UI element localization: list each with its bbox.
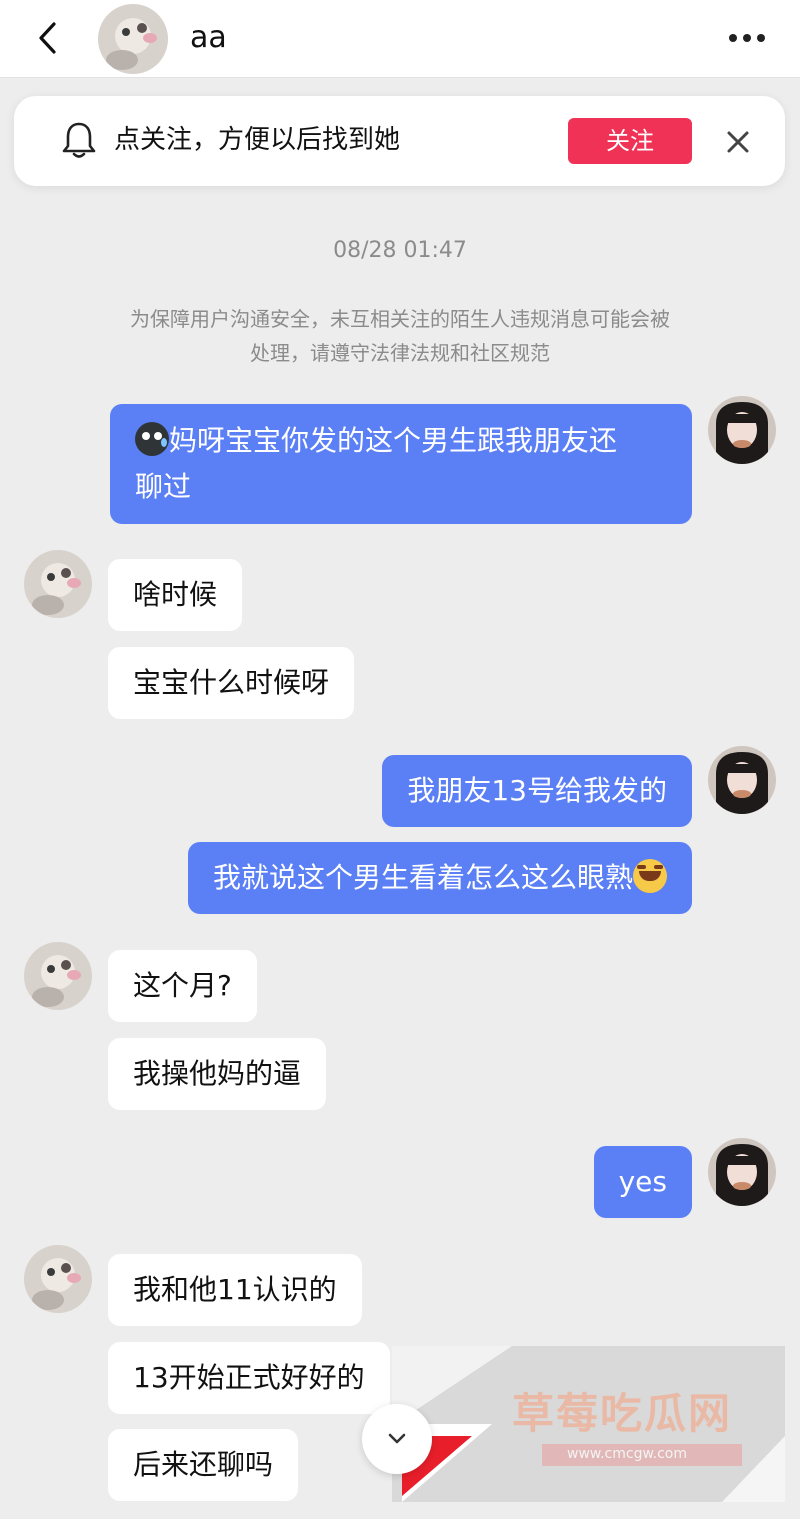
more-horizontal-icon bbox=[729, 34, 737, 42]
message-text: 后来还聊吗 bbox=[133, 1448, 274, 1481]
message-text: 13开始正式好好的 bbox=[133, 1361, 365, 1394]
cold-sweat-emoji bbox=[135, 422, 169, 456]
chat-header: aa bbox=[0, 0, 800, 78]
site-watermark: 草莓吃瓜网 www.cmcgw.com bbox=[392, 1346, 785, 1502]
chevron-down-icon bbox=[388, 1433, 406, 1444]
follow-banner: 点关注，方便以后找到她 关注 bbox=[14, 96, 785, 186]
follow-prompt-text: 点关注，方便以后找到她 bbox=[114, 125, 401, 155]
message-bubble-received[interactable]: 宝宝什么时候呀 bbox=[108, 647, 355, 719]
safety-notice: 为保障用户沟通安全，未互相关注的陌生人违规消息可能会被 处理，请遵守法律法规和社… bbox=[80, 302, 720, 370]
message-bubble-sent[interactable]: 我朋友13号给我发的 bbox=[382, 755, 692, 827]
safety-notice-line: 处理，请遵守法律法规和社区规范 bbox=[250, 341, 550, 365]
close-icon bbox=[727, 131, 749, 153]
watermark-url: www.cmcgw.com bbox=[567, 1446, 687, 1462]
chevron-left-icon bbox=[39, 22, 56, 54]
chat-screen: aa 点关注，方便以后找到她 关注 08/28 01:47 为保障用户沟通安全，… bbox=[0, 0, 800, 1519]
message-text: 啥时候 bbox=[133, 578, 218, 611]
message-bubble-sent[interactable]: 妈呀宝宝你发的这个男生跟我朋友还 聊过 bbox=[110, 404, 692, 524]
contact-avatar-small[interactable] bbox=[24, 1245, 92, 1313]
message-bubble-sent[interactable]: yes bbox=[593, 1146, 692, 1218]
my-avatar[interactable] bbox=[708, 746, 776, 814]
message-bubble-received[interactable]: 我操他妈的逼 bbox=[108, 1038, 327, 1110]
message-bubble-received[interactable]: 后来还聊吗 bbox=[108, 1429, 299, 1501]
back-button[interactable] bbox=[26, 14, 70, 62]
message-bubble-received[interactable]: 我和他11认识的 bbox=[108, 1254, 362, 1326]
message-bubble-received[interactable]: 啥时候 bbox=[108, 559, 243, 631]
more-options-button[interactable] bbox=[722, 18, 772, 58]
message-text: 聊过 bbox=[135, 470, 192, 503]
message-bubble-sent[interactable]: 我就说这个男生看着怎么这么眼熟 bbox=[187, 842, 692, 914]
message-text: 这个月? bbox=[133, 969, 232, 1002]
message-bubble-received[interactable]: 13开始正式好好的 bbox=[108, 1342, 390, 1414]
message-bubble-received[interactable]: 这个月? bbox=[108, 950, 257, 1022]
message-timestamp: 08/28 01:47 bbox=[333, 238, 467, 263]
contact-avatar-small[interactable] bbox=[24, 550, 92, 618]
close-banner-button[interactable] bbox=[718, 122, 758, 162]
my-avatar[interactable] bbox=[708, 1138, 776, 1206]
message-text: 我和他11认识的 bbox=[133, 1273, 337, 1306]
message-text: 我操他妈的逼 bbox=[133, 1057, 302, 1090]
message-text: 我朋友13号给我发的 bbox=[407, 774, 667, 807]
rolling-laughing-emoji bbox=[633, 859, 667, 893]
message-text: yes bbox=[618, 1165, 667, 1198]
bell-icon bbox=[62, 122, 96, 158]
message-text: 我就说这个男生看着怎么这么眼熟 bbox=[212, 861, 633, 894]
contact-name[interactable]: aa bbox=[190, 18, 227, 58]
message-text: 宝宝什么时候呀 bbox=[133, 666, 330, 699]
safety-notice-line: 为保障用户沟通安全，未互相关注的陌生人违规消息可能会被 bbox=[130, 307, 670, 331]
my-avatar[interactable] bbox=[708, 396, 776, 464]
watermark-title: 草莓吃瓜网 bbox=[512, 1389, 733, 1438]
scroll-to-bottom-button[interactable] bbox=[362, 1404, 432, 1474]
contact-avatar-small[interactable] bbox=[24, 942, 92, 1010]
follow-button[interactable]: 关注 bbox=[568, 118, 692, 164]
message-text: 妈呀宝宝你发的这个男生跟我朋友还 bbox=[169, 424, 618, 457]
contact-avatar[interactable] bbox=[98, 4, 168, 74]
